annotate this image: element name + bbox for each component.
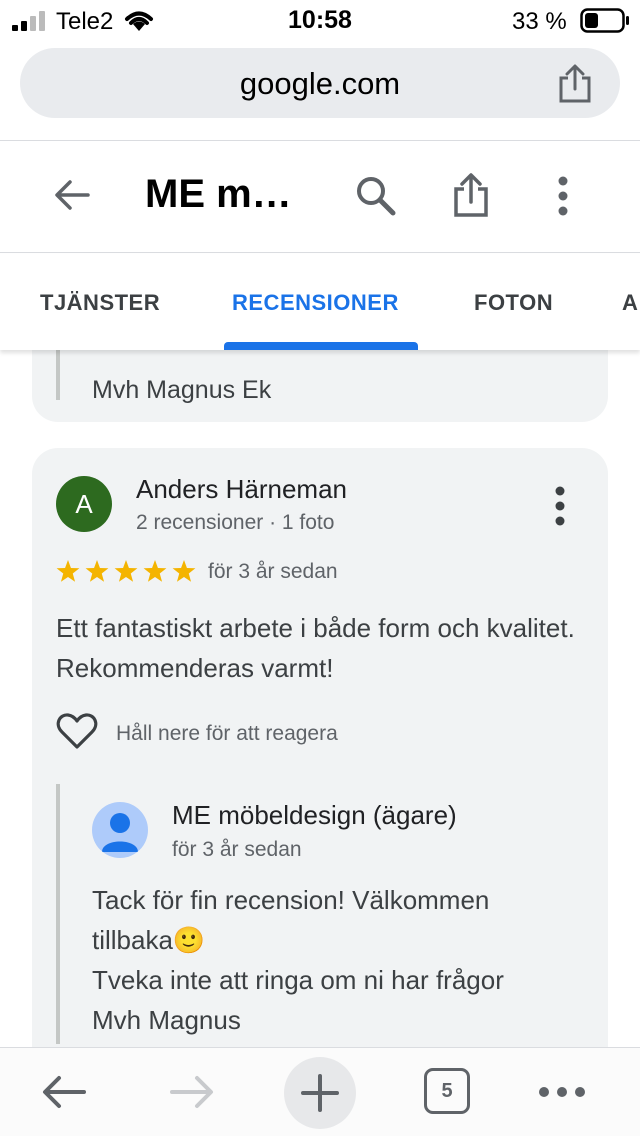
owner-reply-line: Tack för fin recension! Välkommen	[92, 885, 490, 915]
review-author-meta: 2 recensioner · 1 foto	[136, 511, 335, 534]
more-vert-icon[interactable]	[557, 176, 569, 216]
url-text[interactable]: google.com	[20, 66, 620, 102]
owner-reply-text: Tack för fin recension! Välkommen tillba…	[92, 880, 592, 1040]
star-icon	[114, 560, 138, 582]
review-date: för 3 år sedan	[208, 560, 338, 583]
reply-text: Mvh Magnus Ek	[92, 376, 272, 404]
star-rating	[56, 560, 196, 582]
reply-bar	[56, 784, 60, 1044]
star-icon	[172, 560, 196, 582]
back-arrow-icon[interactable]	[40, 1074, 88, 1110]
person-icon	[102, 813, 138, 852]
status-bar: Tele2 10:58 33 %	[0, 0, 640, 40]
back-arrow-icon[interactable]	[52, 175, 92, 215]
tab-count: 5	[441, 1080, 453, 1102]
forward-arrow-icon[interactable]	[168, 1074, 216, 1110]
active-tab-indicator	[224, 342, 418, 350]
place-title: ME m…	[145, 172, 292, 216]
owner-reply-line: Mvh Magnus	[92, 1005, 241, 1035]
divider	[0, 140, 640, 141]
previous-review-card: Mvh Magnus Ek	[32, 350, 608, 422]
share-icon[interactable]	[556, 64, 594, 104]
star-icon	[143, 560, 167, 582]
tab-bar: TJÄNSTER RECENSIONER FOTON A	[0, 254, 640, 350]
owner-name: ME möbeldesign (ägare)	[172, 800, 457, 830]
battery-icon	[580, 8, 629, 33]
plus-icon	[301, 1074, 339, 1112]
owner-reply-date: för 3 år sedan	[172, 838, 302, 861]
avatar[interactable]: A	[56, 476, 112, 532]
owner-reply-line: tillbaka🙂	[92, 925, 206, 955]
star-icon	[85, 560, 109, 582]
reviews-list[interactable]: Mvh Magnus Ek A Anders Härneman 2 recens…	[0, 350, 640, 1047]
tab-foton[interactable]: FOTON	[474, 290, 553, 316]
divider	[0, 252, 640, 253]
address-bar[interactable]: google.com	[20, 48, 620, 118]
heart-icon[interactable]	[56, 712, 98, 750]
tab-recensioner[interactable]: RECENSIONER	[232, 290, 399, 316]
tab-tjanster[interactable]: TJÄNSTER	[40, 290, 160, 316]
owner-reply-line: Tveka inte att ringa om ni har frågor	[92, 965, 504, 995]
battery-percent: 33 %	[512, 8, 567, 35]
star-icon	[56, 560, 80, 582]
new-tab-button[interactable]	[284, 1057, 356, 1129]
react-hint: Håll nere för att reagera	[116, 722, 338, 745]
more-vert-icon[interactable]	[554, 486, 566, 526]
owner-avatar	[92, 802, 148, 858]
browser-toolbar: 5	[0, 1047, 640, 1136]
review-card: A Anders Härneman 2 recensioner · 1 foto…	[32, 448, 608, 1047]
more-horiz-icon[interactable]	[538, 1086, 586, 1098]
tab-switcher-button[interactable]: 5	[424, 1068, 470, 1114]
search-icon[interactable]	[355, 175, 397, 217]
reply-bar	[56, 350, 60, 400]
review-author[interactable]: Anders Härneman	[136, 474, 347, 505]
share-icon[interactable]	[452, 172, 490, 218]
tab-more[interactable]: A	[622, 290, 638, 316]
review-text: Ett fantastiskt arbete i både form och k…	[56, 613, 575, 683]
